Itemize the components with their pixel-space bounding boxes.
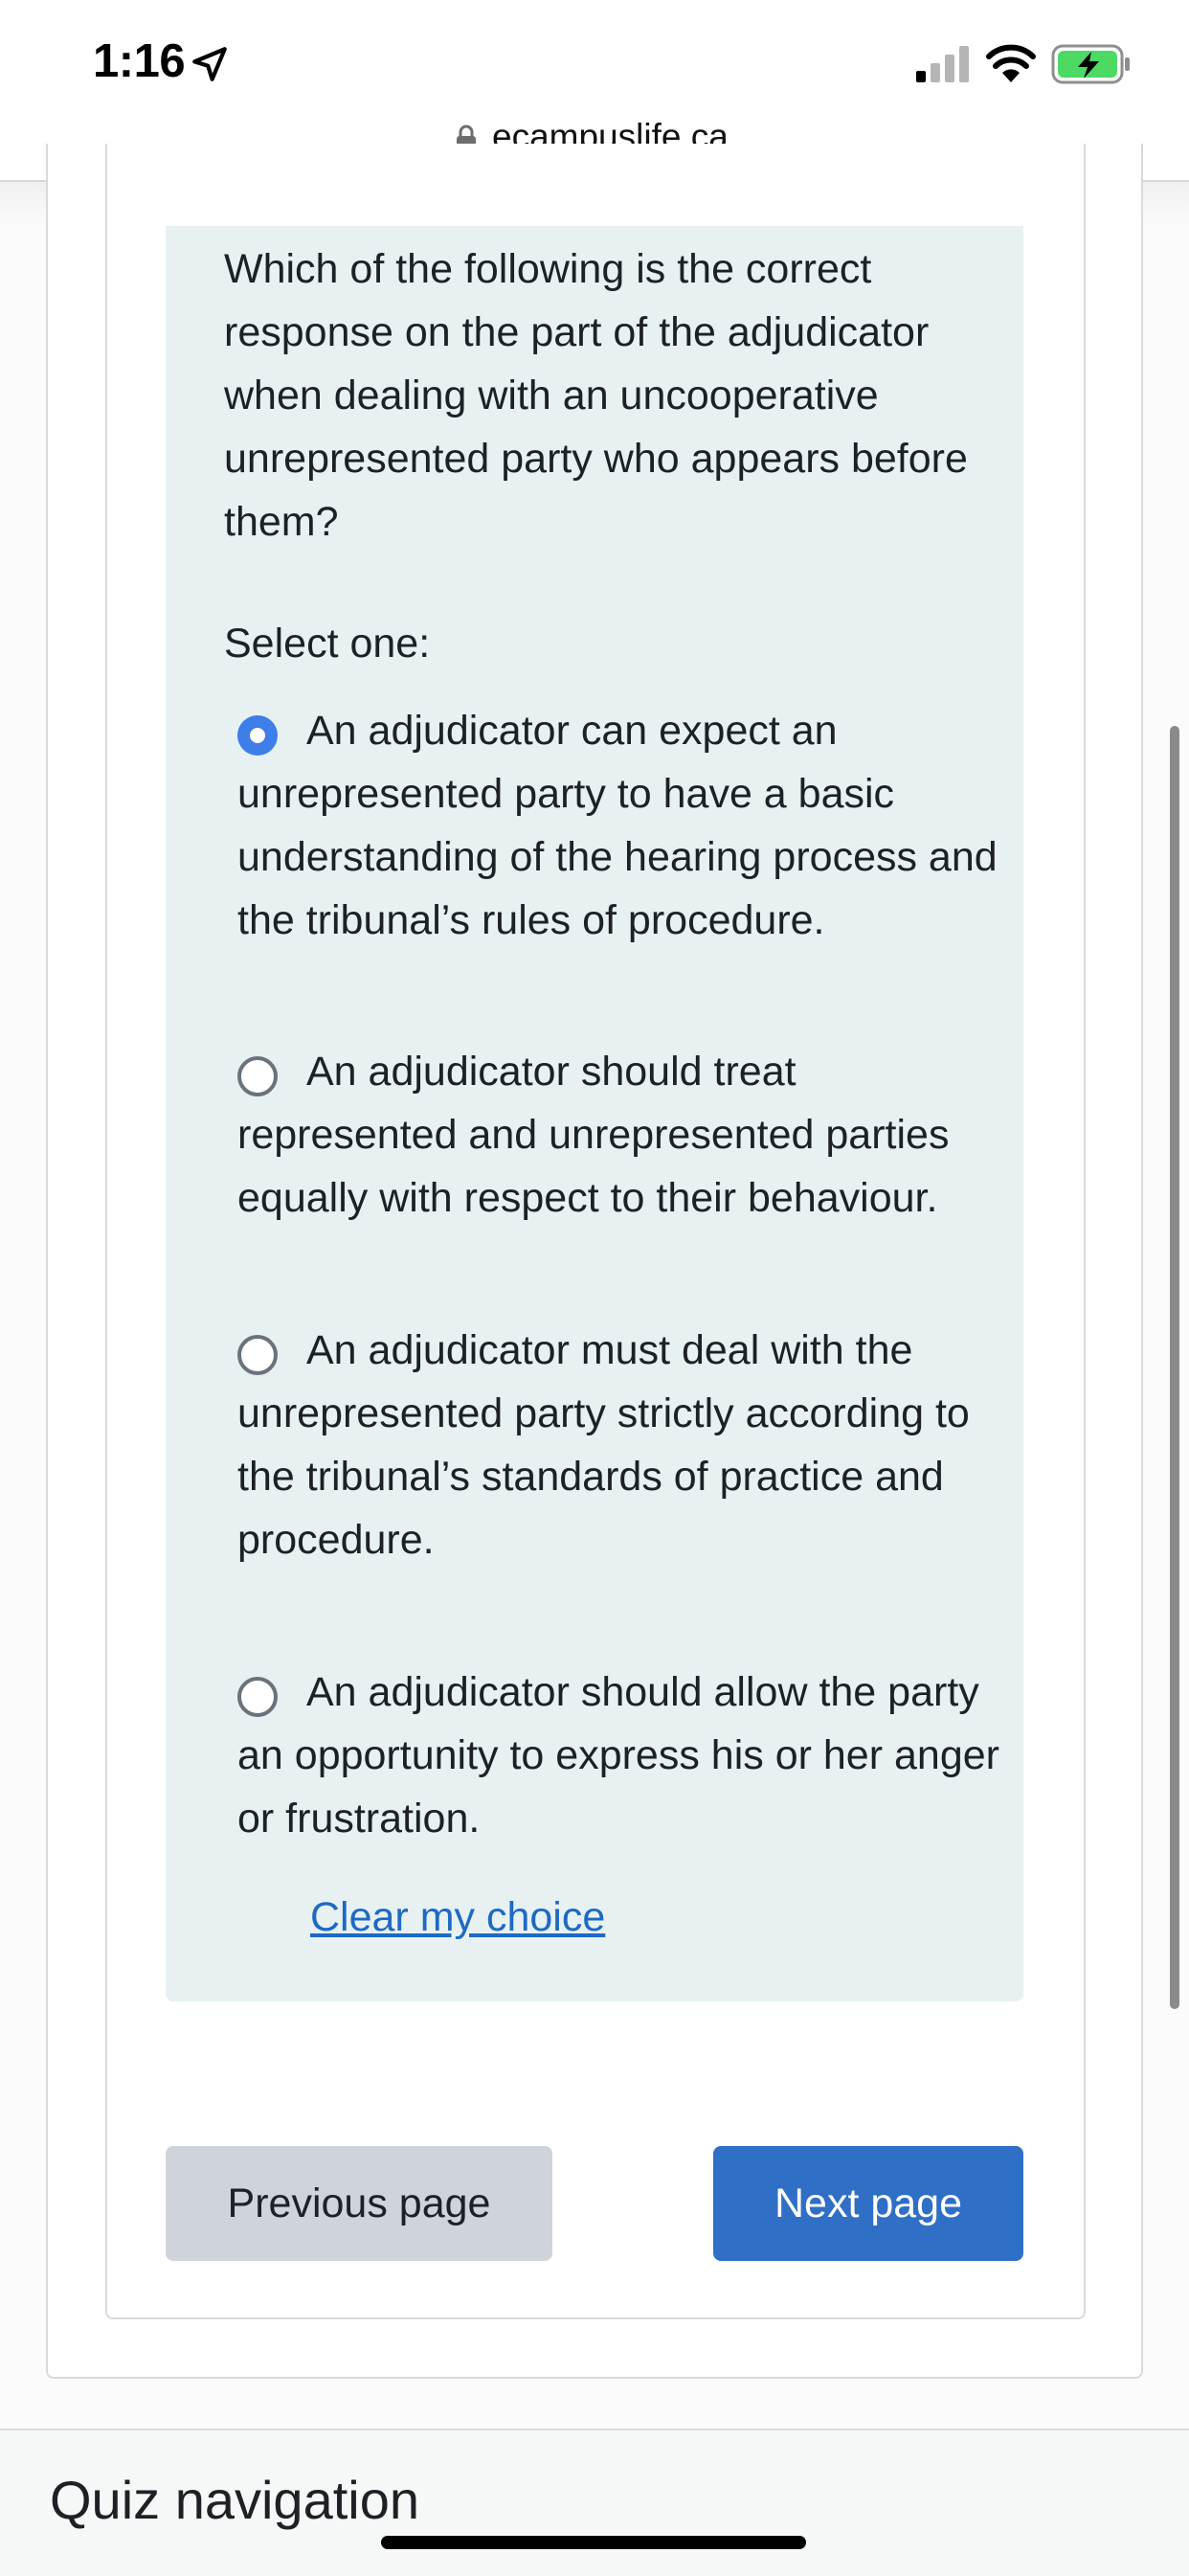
- answer-option-label: An adjudicator can expect an unrepresent…: [237, 708, 998, 943]
- question-text: Which of the following is the correct re…: [224, 246, 968, 545]
- wifi-icon: [986, 44, 1036, 82]
- home-indicator[interactable]: [381, 2536, 806, 2549]
- radio-unselected-icon[interactable]: [237, 1677, 278, 1717]
- select-one-label: Select one:: [224, 621, 431, 667]
- scrollbar[interactable]: [1170, 726, 1179, 2009]
- quiz-navigation-panel: Quiz navigation: [0, 2429, 1189, 2576]
- previous-page-button[interactable]: Previous page: [166, 2146, 552, 2261]
- radio-unselected-icon[interactable]: [237, 1056, 278, 1096]
- location-arrow-icon: [192, 47, 227, 81]
- status-time: 1:16: [93, 35, 186, 87]
- next-page-button[interactable]: Next page: [713, 2146, 1023, 2261]
- quiz-navigation-title: Quiz navigation: [50, 2470, 420, 2530]
- answer-option-label: An adjudicator must deal with the unrepr…: [237, 1327, 970, 1563]
- clear-choice-link[interactable]: Clear my choice: [310, 1894, 605, 1941]
- radio-selected-icon[interactable]: [237, 715, 278, 756]
- answer-option-4[interactable]: An adjudicator should allow the party an…: [237, 1661, 1003, 1850]
- battery-charging-icon: [1051, 44, 1130, 84]
- answer-option-1[interactable]: An adjudicator can expect an unrepresent…: [237, 699, 1003, 952]
- answer-option-2[interactable]: An adjudicator should treat represented …: [237, 1040, 1003, 1230]
- answer-option-3[interactable]: An adjudicator must deal with the unrepr…: [237, 1319, 1003, 1571]
- answer-option-label: An adjudicator should allow the party an…: [237, 1669, 999, 1842]
- radio-unselected-icon[interactable]: [237, 1335, 278, 1375]
- cellular-signal-icon: [916, 46, 969, 82]
- answer-option-label: An adjudicator should treat represented …: [237, 1049, 950, 1221]
